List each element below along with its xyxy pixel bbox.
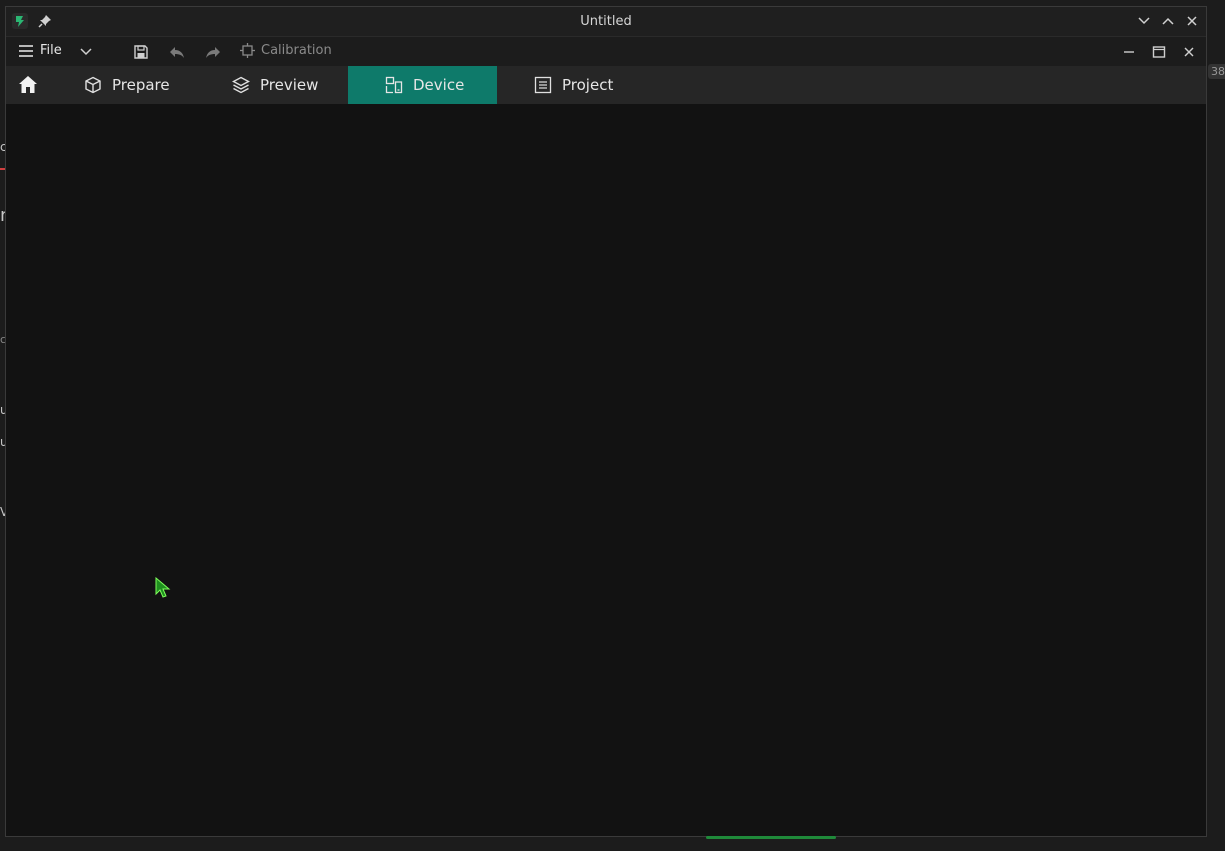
project-icon <box>534 76 552 94</box>
window-title: Untitled <box>580 14 632 29</box>
calibration-button[interactable]: Calibration <box>240 43 332 58</box>
title-bar: Untitled <box>6 7 1206 36</box>
hamburger-menu-icon <box>19 44 33 57</box>
app-window: Untitled File Calibration Prepare Previe… <box>5 6 1207 837</box>
tab-preview-label: Preview <box>260 76 319 94</box>
undo-icon[interactable] <box>168 44 186 60</box>
close-icon[interactable] <box>1182 45 1196 59</box>
device-icon <box>385 76 403 94</box>
file-menu-button[interactable]: File <box>18 43 62 58</box>
tab-project-label: Project <box>562 76 614 94</box>
tab-preview[interactable]: Preview <box>216 66 356 104</box>
close-icon[interactable] <box>1185 14 1199 28</box>
minimize-icon[interactable] <box>1122 45 1136 59</box>
chevron-down-icon[interactable] <box>1137 14 1151 28</box>
redo-icon[interactable] <box>204 44 222 60</box>
tab-device[interactable]: Device <box>348 66 497 104</box>
background-status-bar <box>706 836 836 839</box>
tab-prepare-label: Prepare <box>112 76 170 94</box>
tab-prepare[interactable]: Prepare <box>68 66 208 104</box>
home-icon <box>19 76 37 93</box>
tab-device-label: Device <box>413 76 465 94</box>
save-icon[interactable] <box>133 44 149 60</box>
main-tab-bar: Prepare Preview Device Project <box>6 66 1206 104</box>
chevron-down-icon[interactable] <box>79 44 93 58</box>
maximize-icon[interactable] <box>1152 45 1166 59</box>
tab-project[interactable]: Project <box>516 66 656 104</box>
calibration-label: Calibration <box>261 43 332 58</box>
device-workspace <box>6 105 1206 836</box>
calibration-icon <box>240 43 255 58</box>
file-menu-label: File <box>40 43 62 58</box>
layers-icon <box>232 76 250 94</box>
quick-toolbar: File Calibration <box>6 36 1206 66</box>
tab-home[interactable] <box>6 66 50 104</box>
background-badge: 38 <box>1208 64 1225 79</box>
chevron-up-icon[interactable] <box>1161 14 1175 28</box>
box-icon <box>85 76 101 94</box>
cursor-icon <box>155 577 171 598</box>
